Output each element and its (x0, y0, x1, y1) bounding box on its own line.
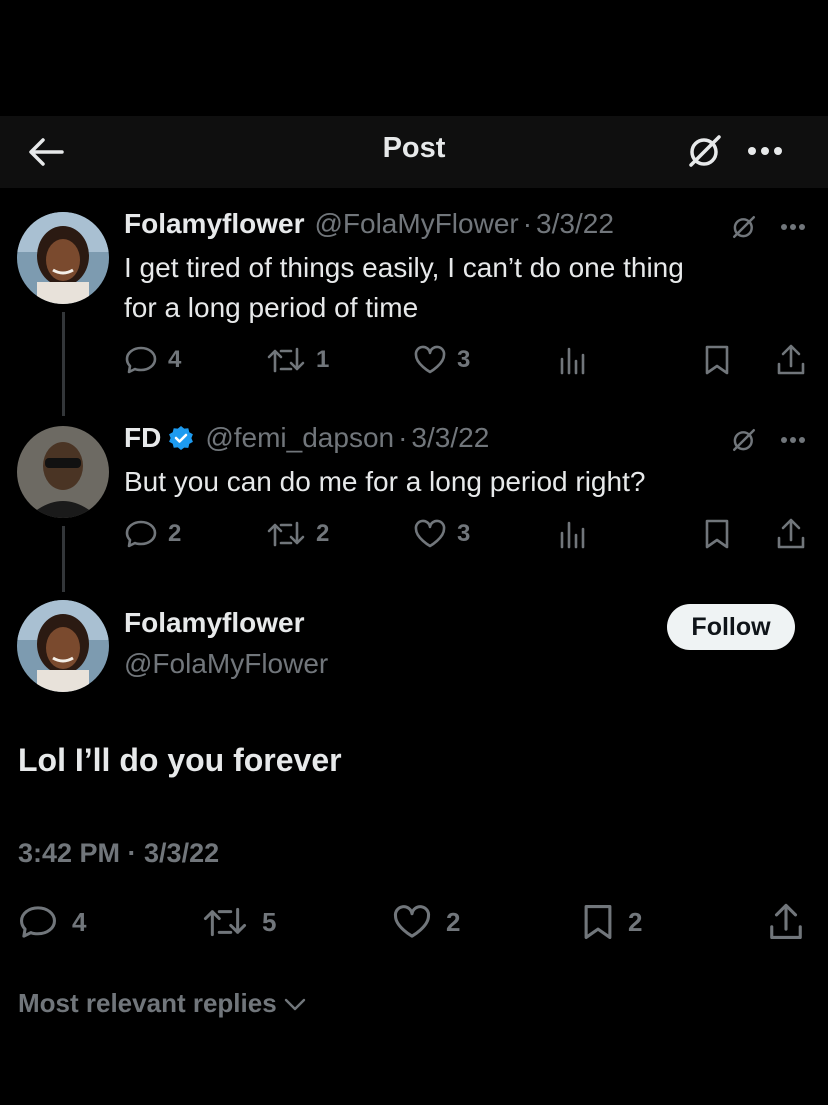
reply-count: 4 (168, 346, 182, 373)
repost-count: 2 (316, 520, 330, 547)
like-button[interactable]: 3 (413, 514, 470, 554)
share-icon (777, 518, 805, 549)
tweet-text-line: I get tired of things easily, I can’t do… (124, 252, 684, 283)
tweet-actions: 2 2 3 (0, 514, 828, 554)
reply-icon (125, 520, 157, 548)
bar-chart-icon (560, 347, 585, 375)
bookmark-icon (584, 905, 612, 939)
reply-count: 2 (168, 520, 182, 547)
reply-button[interactable]: 4 (124, 340, 181, 380)
share-icon (777, 344, 805, 375)
display-name[interactable]: Folamyflower (124, 607, 304, 639)
repost-icon (203, 907, 247, 937)
more-button[interactable] (742, 128, 788, 174)
grok-icon (732, 428, 756, 452)
bookmark-button[interactable] (704, 514, 730, 554)
more-button[interactable] (776, 423, 810, 457)
user-handle[interactable]: @femi_dapson (205, 422, 394, 454)
tweet-text: I get tired of things easily, I can’t do… (124, 248, 814, 328)
avatar[interactable] (17, 600, 109, 692)
heart-icon (393, 905, 431, 938)
tweet-header: FD @femi_dapson · 3/3/22 (124, 422, 489, 454)
bookmark-icon (705, 345, 729, 375)
share-button[interactable] (768, 900, 804, 944)
reply-sort-label: Most relevant replies (18, 988, 277, 1018)
separator-dot: · (398, 422, 408, 453)
more-button[interactable] (776, 210, 810, 244)
like-button[interactable]: 2 (392, 900, 460, 944)
grok-icon (732, 215, 756, 239)
share-button[interactable] (776, 514, 806, 554)
views-button[interactable] (558, 514, 588, 554)
like-count: 2 (446, 906, 461, 937)
tweet-text: Lol I’ll do you forever (18, 742, 342, 778)
grok-icon (689, 135, 721, 167)
repost-count: 1 (316, 346, 330, 373)
bookmark-count: 2 (628, 906, 643, 937)
share-button[interactable] (776, 340, 806, 380)
reply-button[interactable]: 4 (18, 900, 86, 944)
share-icon (770, 903, 802, 939)
avatar[interactable] (17, 212, 109, 304)
chevron-down-icon (284, 998, 305, 1010)
repost-icon (267, 347, 305, 373)
bookmark-button[interactable]: 2 (582, 900, 642, 944)
grok-button[interactable] (682, 128, 728, 174)
avatar[interactable] (17, 426, 109, 518)
grok-button[interactable] (727, 210, 761, 244)
tweet-actions: 4 1 3 (0, 340, 828, 380)
heart-icon (414, 519, 446, 548)
repost-button[interactable]: 1 (266, 340, 329, 380)
reply-icon (125, 346, 157, 374)
repost-count: 5 (262, 906, 277, 937)
display-name[interactable]: Folamyflower (124, 208, 304, 240)
tweet-text: But you can do me for a long period righ… (124, 466, 646, 497)
reply-sort-dropdown[interactable]: Most relevant replies (18, 988, 307, 1019)
repost-button[interactable]: 2 (266, 514, 329, 554)
like-button[interactable]: 3 (413, 340, 470, 380)
like-count: 3 (457, 520, 471, 547)
follow-button[interactable]: Follow (667, 604, 795, 650)
repost-button[interactable]: 5 (202, 900, 276, 944)
tweet-text-line: for a long period of time (124, 292, 419, 323)
reply-icon (20, 906, 56, 938)
separator-dot: · (522, 208, 533, 239)
more-icon (781, 437, 805, 443)
user-handle[interactable]: @FolaMyFlower (314, 208, 518, 240)
verified-badge-icon (167, 424, 195, 452)
display-name[interactable]: FD (124, 422, 161, 454)
tweet-timestamp[interactable]: 3:42 PM · 3/3/22 (18, 838, 219, 869)
bar-chart-icon (560, 521, 585, 549)
tweet-date[interactable]: 3/3/22 (536, 208, 614, 240)
top-bar: Post (0, 116, 828, 188)
repost-icon (267, 521, 305, 547)
bookmark-button[interactable] (704, 340, 730, 380)
heart-icon (414, 345, 446, 374)
tweet-date[interactable]: 3/3/22 (411, 422, 489, 454)
more-icon (748, 147, 782, 155)
views-button[interactable] (558, 340, 588, 380)
reply-count: 4 (72, 906, 87, 937)
grok-button[interactable] (727, 423, 761, 457)
reply-button[interactable]: 2 (124, 514, 181, 554)
bookmark-icon (705, 519, 729, 549)
user-handle[interactable]: @FolaMyFlower (124, 648, 328, 680)
like-count: 3 (457, 346, 471, 373)
more-icon (781, 224, 805, 230)
tweet-header: Folamyflower @FolaMyFlower · 3/3/22 (124, 208, 614, 240)
